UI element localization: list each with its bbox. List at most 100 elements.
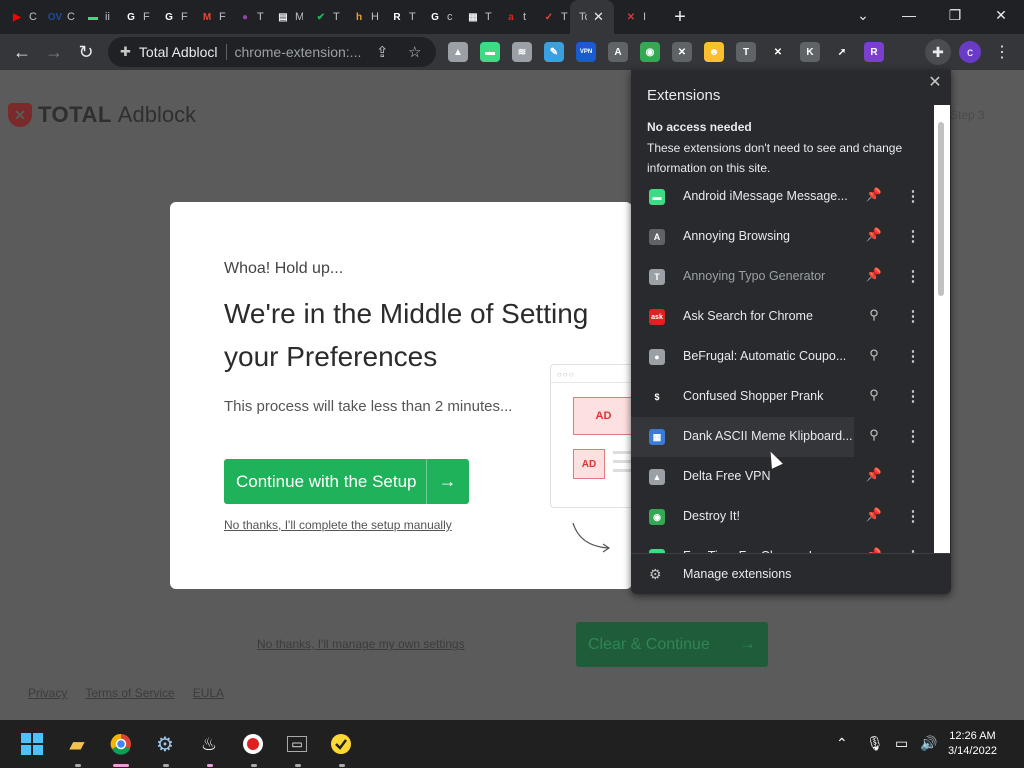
chrome-taskbar-button[interactable] — [109, 732, 133, 756]
steam-taskbar-button[interactable]: ♨ — [197, 732, 221, 756]
pin-outline-icon[interactable]: ⚲ — [865, 427, 883, 447]
terminal-taskbar-button[interactable]: ▭ — [285, 732, 309, 756]
complete-manually-link[interactable]: No thanks, I'll complete the setup manua… — [224, 518, 452, 532]
r-purple-icon[interactable]: R — [864, 42, 884, 62]
extension-row[interactable]: ◉ Destroy It! 📌 ⋮ — [631, 497, 935, 537]
eula-link[interactable]: EULA — [193, 686, 224, 700]
more-options-icon[interactable]: ⋮ — [905, 507, 921, 527]
forward-button[interactable]: → — [38, 36, 70, 68]
vpn-icon[interactable]: VPN — [576, 42, 596, 62]
annoying-a-icon[interactable]: A — [608, 42, 628, 62]
share-icon[interactable]: ⇪ — [376, 43, 389, 61]
privacy-link[interactable]: Privacy — [28, 686, 67, 700]
more-options-icon[interactable]: ⋮ — [905, 227, 921, 247]
pin-filled-icon[interactable]: 📌 — [865, 507, 883, 527]
browser-tab[interactable]: OV C — [38, 0, 76, 34]
new-tab-button[interactable]: + — [668, 6, 692, 29]
k-icon[interactable]: K — [800, 42, 820, 62]
running-indicator — [75, 764, 81, 767]
profile-avatar[interactable]: c — [959, 41, 981, 63]
restore-button[interactable]: ❐ — [932, 0, 978, 30]
browser-tab[interactable]: ● T — [228, 0, 266, 34]
arrow-icon[interactable]: ➚ — [832, 42, 852, 62]
extension-name: Delta Free VPN — [683, 469, 771, 483]
taskbar-clock[interactable]: 12:26 AM 3/14/2022 — [948, 729, 997, 759]
running-indicator — [339, 764, 345, 767]
browser-tab[interactable]: GF — [152, 0, 190, 34]
typo-icon[interactable]: T — [736, 42, 756, 62]
start-button[interactable] — [20, 732, 44, 756]
scrollbar-thumb[interactable] — [938, 122, 944, 296]
extension-row[interactable]: ● BeFrugal: Automatic Coupo... ⚲ ⋮ — [631, 337, 935, 377]
more-options-icon[interactable]: ⋮ — [905, 187, 921, 207]
browser-tab[interactable]: ▶ C — [0, 0, 38, 34]
tools-icon[interactable]: ✕ — [672, 42, 692, 62]
browser-tab[interactable]: ▤ M — [266, 0, 304, 34]
reload-button[interactable]: ↻ — [70, 36, 102, 68]
triangle-icon[interactable]: ▲ — [448, 42, 468, 62]
terms-link[interactable]: Terms of Service — [85, 686, 174, 700]
recorder-taskbar-button[interactable] — [241, 732, 265, 756]
minimize-button[interactable]: — — [886, 0, 932, 30]
more-options-icon[interactable]: ⋮ — [905, 387, 921, 407]
more-options-icon[interactable]: ⋮ — [905, 347, 921, 367]
browser-tab[interactable]: at — [494, 0, 532, 34]
messages-icon[interactable]: ▬ — [480, 42, 500, 62]
pin-outline-icon[interactable]: ⚲ — [865, 347, 883, 367]
file-explorer-button[interactable]: ▰ — [65, 732, 89, 756]
destroy-icon[interactable]: ◉ — [640, 42, 660, 62]
pin-outline-icon[interactable]: ⚲ — [865, 387, 883, 407]
extension-row[interactable]: T Annoying Typo Generator 📌 ⋮ — [631, 257, 935, 297]
pin-filled-icon[interactable]: 📌 — [865, 227, 883, 247]
more-options-icon[interactable]: ⋮ — [905, 427, 921, 447]
close-tab-icon[interactable]: ✕ — [593, 9, 604, 25]
manage-own-settings-link[interactable]: No thanks, I'll manage my own settings — [257, 637, 465, 651]
back-button[interactable]: ← — [6, 36, 38, 68]
clear-continue-button[interactable]: Clear & Continue → — [576, 622, 768, 667]
browser-tab[interactable]: RT — [380, 0, 418, 34]
norton-taskbar-button[interactable] — [329, 732, 353, 756]
extension-row[interactable]: ▬Fun Time For Chrome Lovers📌⋮ — [631, 537, 935, 553]
pin-filled-icon[interactable]: 📌 — [865, 467, 883, 487]
extension-row[interactable]: ▬ Android iMessage Message... 📌 ⋮ — [631, 177, 935, 217]
volume-icon[interactable]: 🔊 — [920, 735, 937, 752]
pin-filled-icon[interactable]: 📌 — [865, 187, 883, 207]
extension-row[interactable]: ▲ Delta Free VPN 📌 ⋮ — [631, 457, 935, 497]
browser-tab[interactable]: GF — [114, 0, 152, 34]
close-window-button[interactable]: ✕ — [978, 0, 1024, 30]
extension-row[interactable]: A Annoying Browsing 📌 ⋮ — [631, 217, 935, 257]
browser-tab[interactable]: ▬ ii — [76, 0, 114, 34]
more-options-icon[interactable]: ⋮ — [905, 267, 921, 287]
wifi-icon[interactable]: ≋ — [512, 42, 532, 62]
browser-tab[interactable]: ✕ I — [614, 0, 652, 34]
manage-extensions-button[interactable]: ⚙ Manage extensions — [631, 553, 951, 594]
browser-tab[interactable]: hH — [342, 0, 380, 34]
network-icon[interactable]: ▭ — [895, 735, 908, 752]
browser-tab[interactable]: Gc — [418, 0, 456, 34]
emoji-icon[interactable]: ☻ — [704, 42, 724, 62]
browser-tab[interactable]: ✓ T — [532, 0, 570, 34]
extension-row[interactable]: ask Ask Search for Chrome ⚲ ⋮ — [631, 297, 935, 337]
continue-setup-button[interactable]: Continue with the Setup → — [224, 459, 469, 504]
extension-row[interactable]: $ Confused Shopper Prank ⚲ ⋮ — [631, 377, 935, 417]
settings-taskbar-button[interactable]: ⚙ — [153, 732, 177, 756]
pen-icon[interactable]: ✎ — [544, 42, 564, 62]
more-options-icon[interactable]: ⋮ — [905, 467, 921, 487]
pin-outline-icon[interactable]: ⚲ — [865, 307, 883, 327]
browser-tab[interactable]: MF — [190, 0, 228, 34]
browser-tab[interactable]: ✔ T — [304, 0, 342, 34]
pin-filled-icon[interactable]: 📌 — [865, 267, 883, 287]
tab-active[interactable]: Tc ✕ — [570, 0, 614, 34]
tab-search-button[interactable]: ⌄ — [840, 0, 886, 30]
bookmark-star-icon[interactable]: ☆ — [408, 43, 421, 61]
show-hidden-icons-chevron-icon[interactable]: ⌃ — [836, 735, 848, 752]
close-panel-button[interactable]: ✕ — [925, 72, 945, 92]
chrome-menu-button[interactable]: ⋮ — [992, 42, 1012, 62]
more-options-icon[interactable]: ⋮ — [905, 307, 921, 327]
extensions-button[interactable]: ✚ — [925, 39, 951, 65]
cross-icon[interactable]: ✕ — [768, 42, 788, 62]
browser-tab[interactable]: ▦ T — [456, 0, 494, 34]
microphone-icon[interactable]: 🎙 — [866, 735, 884, 752]
extension-row[interactable]: ▦ Dank ASCII Meme Klipboard... ⚲ ⋮ — [631, 417, 921, 457]
address-bar[interactable]: ✚ Total Adblocl chrome-extension:... ⇪ ☆ — [108, 37, 436, 67]
